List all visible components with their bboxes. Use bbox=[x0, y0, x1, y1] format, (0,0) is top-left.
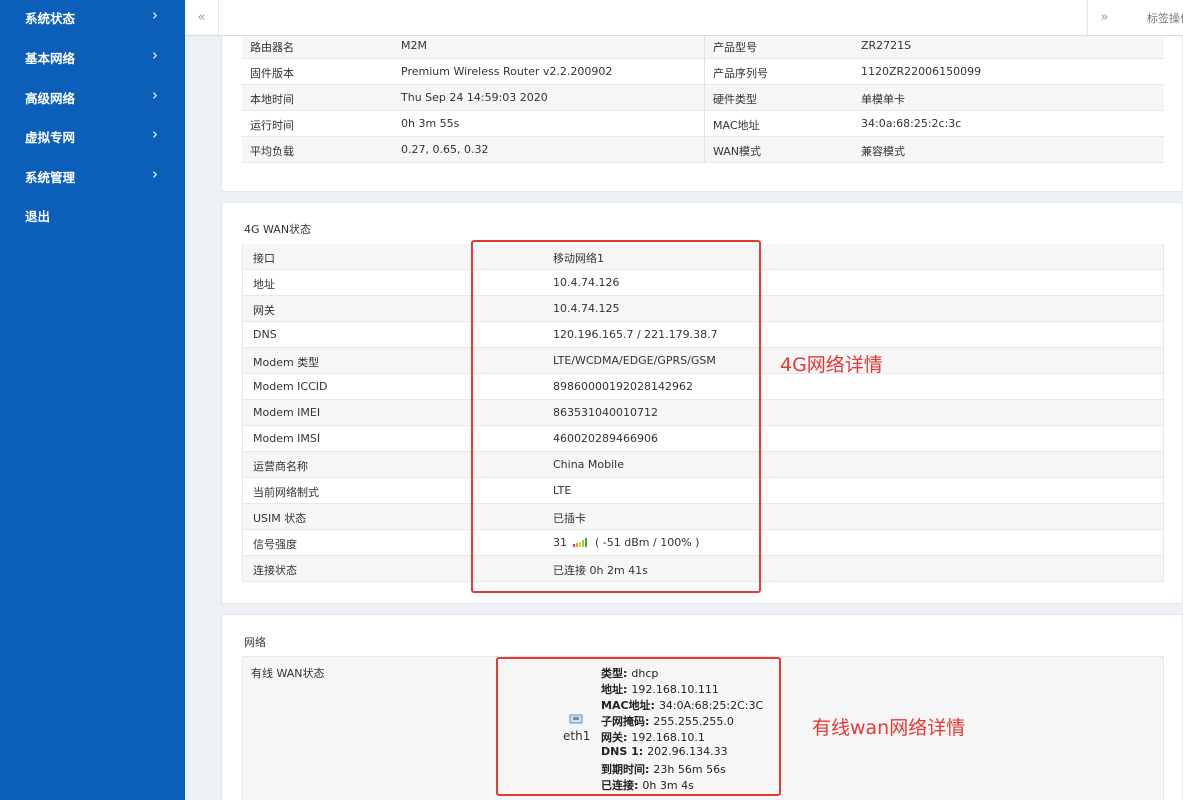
info-value: 1120ZR22006150099 bbox=[861, 65, 982, 78]
wan-key: Modem IMSI bbox=[253, 432, 321, 445]
double-chevron-right-icon: » bbox=[1100, 10, 1109, 25]
info-value: 0h 3m 55s bbox=[401, 117, 460, 130]
column-divider bbox=[704, 59, 705, 85]
table-row: 平均负载 0.27, 0.65, 0.32 WAN模式 兼容模式 bbox=[242, 137, 1164, 163]
sidebar-item-logout[interactable]: 退出 bbox=[0, 198, 185, 238]
table-row: 固件版本 Premium Wireless Router v2.2.200902 产… bbox=[242, 59, 1164, 85]
sidebar-item-label: 虚拟专网 bbox=[25, 130, 76, 145]
main-content: 路由器名 M2M 产品型号 ZR2721S 固件版本 Premium Wireless R… bbox=[185, 36, 1183, 800]
annotation-box-wired bbox=[496, 657, 781, 796]
chevron-right-icon: › bbox=[152, 86, 158, 104]
annotation-wired-details: 有线wan网络详情 bbox=[812, 717, 966, 739]
info-key: 硬件类型 bbox=[713, 93, 757, 106]
info-key: 平均负载 bbox=[250, 145, 294, 158]
column-divider bbox=[704, 85, 705, 111]
sidebar-item-label: 基本网络 bbox=[25, 51, 76, 66]
info-value: M2M bbox=[401, 39, 427, 52]
info-key: 产品型号 bbox=[713, 41, 757, 54]
column-divider bbox=[704, 137, 705, 163]
info-key: 路由器名 bbox=[250, 41, 294, 54]
wan-key: 接口 bbox=[253, 252, 275, 265]
info-key: MAC地址 bbox=[713, 119, 760, 132]
chevron-right-icon: › bbox=[152, 6, 158, 24]
sidebar-item-label: 高级网络 bbox=[25, 91, 76, 106]
info-value: Thu Sep 24 14:59:03 2020 bbox=[401, 91, 548, 104]
sidebar-item-vpn[interactable]: 虚拟专网 › bbox=[0, 119, 185, 159]
info-key: 本地时间 bbox=[250, 93, 294, 106]
wired-wan-label: 有线 WAN状态 bbox=[251, 667, 325, 680]
info-value: 兼容模式 bbox=[861, 145, 905, 158]
wan-key: 网关 bbox=[253, 304, 275, 317]
info-value: 单模单卡 bbox=[861, 93, 905, 106]
info-value: ZR2721S bbox=[861, 39, 912, 52]
wan-key: 连接状态 bbox=[253, 564, 297, 577]
wan-key: Modem ICCID bbox=[253, 380, 328, 393]
info-key: 固件版本 bbox=[250, 67, 294, 80]
system-info-panel: 路由器名 M2M 产品型号 ZR2721S 固件版本 Premium Wireless R… bbox=[221, 36, 1183, 192]
column-divider bbox=[704, 111, 705, 137]
wan-key: DNS bbox=[253, 328, 277, 341]
sidebar-item-basic-network[interactable]: 基本网络 › bbox=[0, 40, 185, 80]
sidebar-item-advanced-network[interactable]: 高级网络 › bbox=[0, 80, 185, 120]
annotation-box-4g bbox=[471, 240, 761, 593]
column-divider bbox=[704, 36, 705, 59]
double-chevron-left-icon: « bbox=[197, 10, 206, 25]
scroll-tabs-left-button[interactable]: « bbox=[185, 0, 219, 35]
top-bar: « » 标签操作 bbox=[185, 0, 1183, 36]
chevron-right-icon: › bbox=[152, 46, 158, 64]
sidebar: 系统状态 › 基本网络 › 高级网络 › 虚拟专网 › 系统管理 › 退出 bbox=[0, 0, 185, 800]
info-key: WAN模式 bbox=[713, 145, 762, 158]
info-key: 运行时间 bbox=[250, 119, 294, 132]
panel-title: 4G WAN状态 bbox=[244, 223, 312, 236]
sidebar-item-system-admin[interactable]: 系统管理 › bbox=[0, 159, 185, 199]
table-row: 运行时间 0h 3m 55s MAC地址 34:0a:68:25:2c:3c bbox=[242, 111, 1164, 137]
scroll-tabs-right-button[interactable]: » bbox=[1087, 0, 1121, 35]
wan-key: Modem IMEI bbox=[253, 406, 321, 419]
wan-key: 当前网络制式 bbox=[253, 486, 319, 499]
table-row: 路由器名 M2M 产品型号 ZR2721S bbox=[242, 36, 1164, 59]
sidebar-item-label: 系统状态 bbox=[25, 11, 76, 26]
info-value: Premium Wireless Router v2.2.200902 bbox=[401, 65, 613, 78]
annotation-4g-details: 4G网络详情 bbox=[780, 354, 883, 376]
wan-key: USIM 状态 bbox=[253, 512, 307, 525]
chevron-right-icon: › bbox=[152, 125, 158, 143]
panel-title: 网络 bbox=[244, 636, 266, 649]
sidebar-item-system-status[interactable]: 系统状态 › bbox=[0, 0, 185, 40]
info-key: 产品序列号 bbox=[713, 67, 768, 80]
sidebar-item-label: 退出 bbox=[25, 209, 51, 224]
table-row: 本地时间 Thu Sep 24 14:59:03 2020 硬件类型 单模单卡 bbox=[242, 85, 1164, 111]
info-value: 34:0a:68:25:2c:3c bbox=[861, 117, 962, 130]
wan-key: 信号强度 bbox=[253, 538, 297, 551]
wan-key: 运营商名称 bbox=[253, 460, 308, 473]
wan-key: 地址 bbox=[253, 278, 275, 291]
sidebar-item-label: 系统管理 bbox=[25, 170, 76, 185]
wan-key: Modem 类型 bbox=[253, 356, 320, 369]
chevron-right-icon: › bbox=[152, 165, 158, 183]
tab-actions-button[interactable]: 标签操作 bbox=[1147, 10, 1183, 26]
info-value: 0.27, 0.65, 0.32 bbox=[401, 143, 489, 156]
